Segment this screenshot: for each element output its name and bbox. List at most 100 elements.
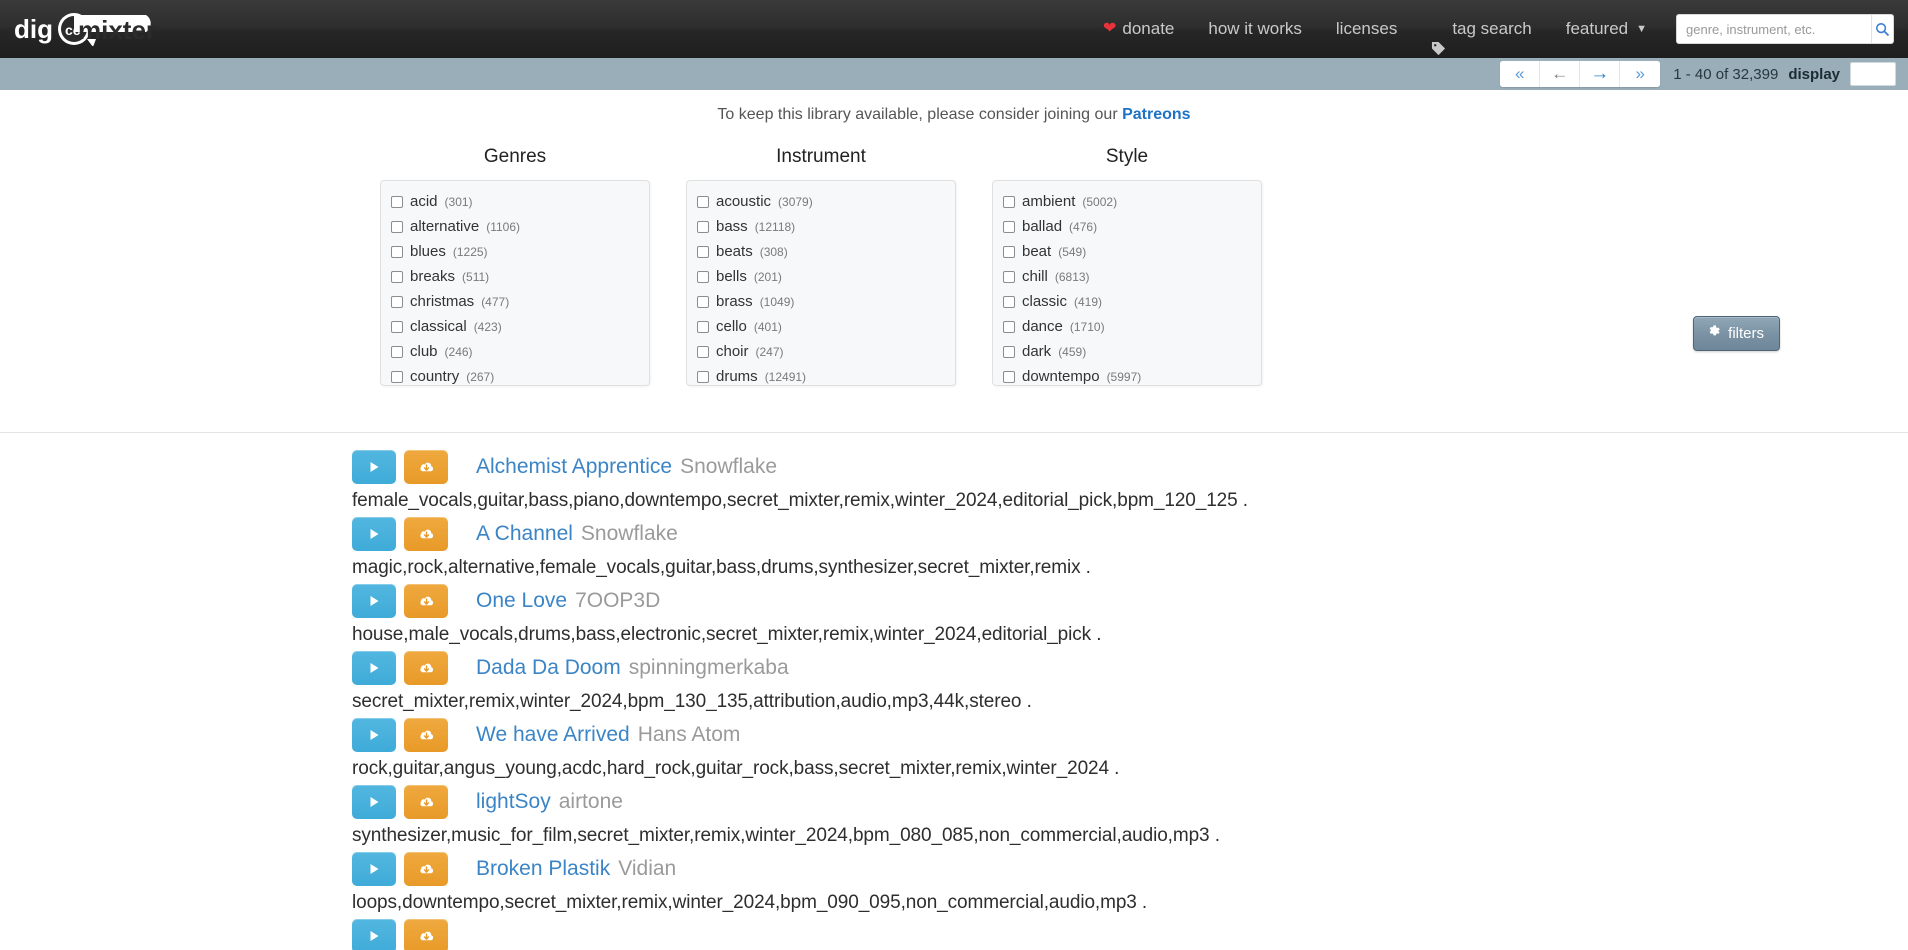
checkbox-icon[interactable] [391,271,403,283]
play-button[interactable] [352,919,396,950]
checkbox-icon[interactable] [391,221,403,233]
filter-option-count: (401) [754,320,782,334]
filter-option[interactable]: dark(459) [1003,339,1251,364]
track-artist[interactable]: Snowflake [680,455,777,479]
play-button[interactable] [352,852,396,886]
checkbox-icon[interactable] [1003,296,1015,308]
download-button[interactable] [404,651,448,685]
first-page-button[interactable]: « [1500,61,1540,87]
filter-option[interactable]: christmas(477) [391,289,639,314]
filter-option[interactable]: downtempo(5997) [1003,364,1251,386]
play-button[interactable] [352,785,396,819]
filter-option[interactable]: chill(6813) [1003,264,1251,289]
checkbox-icon[interactable] [1003,196,1015,208]
filter-option[interactable]: dance(1710) [1003,314,1251,339]
play-button[interactable] [352,450,396,484]
filter-option[interactable]: ambient(5002) [1003,189,1251,214]
checkbox-icon[interactable] [697,246,709,258]
next-page-button[interactable]: → [1580,61,1620,87]
track-artist[interactable]: 7OOP3D [575,589,660,613]
filter-option[interactable]: club(246) [391,339,639,364]
checkbox-icon[interactable] [391,296,403,308]
checkbox-icon[interactable] [1003,371,1015,383]
display-count-input[interactable] [1850,62,1896,86]
track-title[interactable]: One Love [476,589,567,613]
play-button[interactable] [352,651,396,685]
filter-option[interactable]: beats(308) [697,239,945,264]
track-controls: lightSoy airtone [352,784,1868,820]
filter-option[interactable]: bells(201) [697,264,945,289]
filter-option[interactable]: bass(12118) [697,214,945,239]
patreons-link[interactable]: Patreons [1122,106,1190,123]
track-title[interactable]: lightSoy [476,790,551,814]
filter-option[interactable]: classic(419) [1003,289,1251,314]
filter-option[interactable]: cello(401) [697,314,945,339]
download-button[interactable] [404,450,448,484]
filter-option[interactable]: blues(1225) [391,239,639,264]
checkbox-icon[interactable] [391,196,403,208]
search-input[interactable] [1677,15,1871,43]
checkbox-icon[interactable] [697,221,709,233]
filter-option[interactable]: drums(12491) [697,364,945,386]
checkbox-icon[interactable] [1003,246,1015,258]
track-title[interactable]: Alchemist Apprentice [476,455,672,479]
download-button[interactable] [404,852,448,886]
nav-donate[interactable]: ❤ donate [1086,0,1191,58]
checkbox-icon[interactable] [391,321,403,333]
track-title[interactable]: We have Arrived [476,723,630,747]
last-page-button[interactable]: » [1620,61,1660,87]
filter-option[interactable]: breaks(511) [391,264,639,289]
filter-option[interactable]: acoustic(3079) [697,189,945,214]
download-button[interactable] [404,785,448,819]
track-artist[interactable]: Hans Atom [638,723,741,747]
play-button[interactable] [352,517,396,551]
track-artist[interactable]: Vidian [618,857,676,881]
filter-option[interactable]: ballad(476) [1003,214,1251,239]
track-title[interactable]: A Channel [476,522,573,546]
track-artist[interactable]: spinningmerkaba [629,656,789,680]
filter-option-count: (477) [481,295,509,309]
search-button[interactable] [1871,15,1893,43]
svg-text:dig: dig [14,14,53,44]
filters-button[interactable]: filters [1693,316,1780,351]
checkbox-icon[interactable] [1003,271,1015,283]
checkbox-icon[interactable] [391,246,403,258]
previous-page-button[interactable]: ← [1540,61,1580,87]
filter-option[interactable]: alternative(1106) [391,214,639,239]
download-button[interactable] [404,919,448,950]
filter-option[interactable]: choir(247) [697,339,945,364]
track-title[interactable]: Broken Plastik [476,857,610,881]
nav-donate-label: donate [1122,0,1174,58]
checkbox-icon[interactable] [697,321,709,333]
filter-option[interactable]: brass(1049) [697,289,945,314]
checkbox-icon[interactable] [1003,321,1015,333]
download-button[interactable] [404,517,448,551]
checkbox-icon[interactable] [697,296,709,308]
play-button[interactable] [352,718,396,752]
nav-licenses[interactable]: licenses [1319,0,1414,58]
filter-option[interactable]: classical(423) [391,314,639,339]
site-logo[interactable]: dig cc mixter [12,7,157,51]
track-tags: female_vocals,guitar,bass,piano,downtemp… [352,490,1868,512]
checkbox-icon[interactable] [391,346,403,358]
nav-featured[interactable]: featured ▼ [1549,0,1664,58]
download-button[interactable] [404,718,448,752]
track-artist[interactable]: airtone [559,790,623,814]
checkbox-icon[interactable] [697,196,709,208]
nav-featured-label: featured [1566,0,1628,58]
checkbox-icon[interactable] [697,271,709,283]
nav-how-it-works[interactable]: how it works [1191,0,1319,58]
filter-option[interactable]: beat(549) [1003,239,1251,264]
track-artist[interactable]: Snowflake [581,522,678,546]
checkbox-icon[interactable] [697,371,709,383]
track-title[interactable]: Dada Da Doom [476,656,621,680]
filter-option[interactable]: country(267) [391,364,639,386]
checkbox-icon[interactable] [1003,346,1015,358]
nav-tag-search[interactable]: tag search [1414,0,1548,58]
checkbox-icon[interactable] [1003,221,1015,233]
filter-option[interactable]: acid(301) [391,189,639,214]
checkbox-icon[interactable] [391,371,403,383]
checkbox-icon[interactable] [697,346,709,358]
play-button[interactable] [352,584,396,618]
download-button[interactable] [404,584,448,618]
